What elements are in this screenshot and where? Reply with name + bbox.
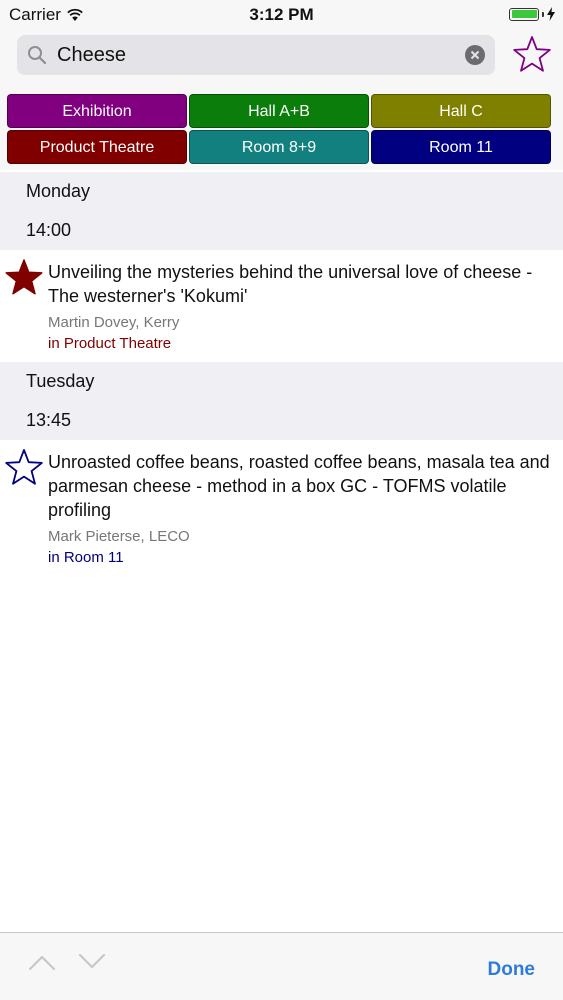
- room-button-room-8-9[interactable]: Room 8+9: [189, 130, 369, 164]
- session-speaker: Martin Dovey, Kerry: [48, 314, 180, 331]
- day-header: Tuesday: [0, 362, 563, 400]
- search-icon: [28, 46, 47, 65]
- status-right: [509, 7, 555, 21]
- room-button-hall-c[interactable]: Hall C: [371, 94, 551, 128]
- previous-chevron-up-icon[interactable]: [28, 953, 56, 971]
- room-button-product-theatre[interactable]: Product Theatre: [7, 130, 187, 164]
- favourites-filter-star-icon[interactable]: [512, 35, 552, 73]
- favourite-star-outline-icon[interactable]: [4, 448, 44, 486]
- room-button-hall-a-b[interactable]: Hall A+B: [189, 94, 369, 128]
- charging-bolt-icon: [547, 7, 555, 21]
- bottom-toolbar: Done: [0, 932, 563, 1000]
- day-header: Monday: [0, 172, 563, 210]
- battery-icon: [509, 7, 539, 21]
- search-bar[interactable]: [17, 35, 495, 75]
- room-button-exhibition[interactable]: Exhibition: [7, 94, 187, 128]
- time-header: 13:45: [0, 400, 563, 440]
- session-location: in Product Theatre: [48, 335, 172, 352]
- session-title: Unroasted coffee beans, roasted coffee b…: [48, 452, 550, 520]
- session-row[interactable]: Unveiling the mysteries behind the unive…: [0, 250, 563, 362]
- room-filter-grid: Exhibition Hall A+B Hall C Product Theat…: [0, 88, 563, 170]
- time-header: 14:00: [0, 210, 563, 250]
- room-button-room-11[interactable]: Room 11: [371, 130, 551, 164]
- clock: 3:12 PM: [249, 5, 314, 24]
- search-results-list: Monday 14:00 Unveiling the mysteries beh…: [0, 172, 563, 576]
- favourite-star-filled-icon[interactable]: [4, 258, 44, 296]
- session-title: Unveiling the mysteries behind the unive…: [48, 262, 533, 306]
- clear-search-icon[interactable]: [465, 45, 485, 65]
- next-chevron-down-icon[interactable]: [78, 953, 106, 971]
- session-speaker: Mark Pieterse, LECO: [48, 528, 190, 545]
- search-area: [0, 30, 563, 88]
- status-bar: Carrier 3:12 PM: [0, 0, 563, 30]
- search-input[interactable]: [57, 35, 457, 75]
- done-button[interactable]: Done: [488, 959, 536, 981]
- battery-tip: [542, 11, 544, 17]
- session-location: in Room 11: [48, 549, 124, 566]
- session-row[interactable]: Unroasted coffee beans, roasted coffee b…: [0, 440, 563, 576]
